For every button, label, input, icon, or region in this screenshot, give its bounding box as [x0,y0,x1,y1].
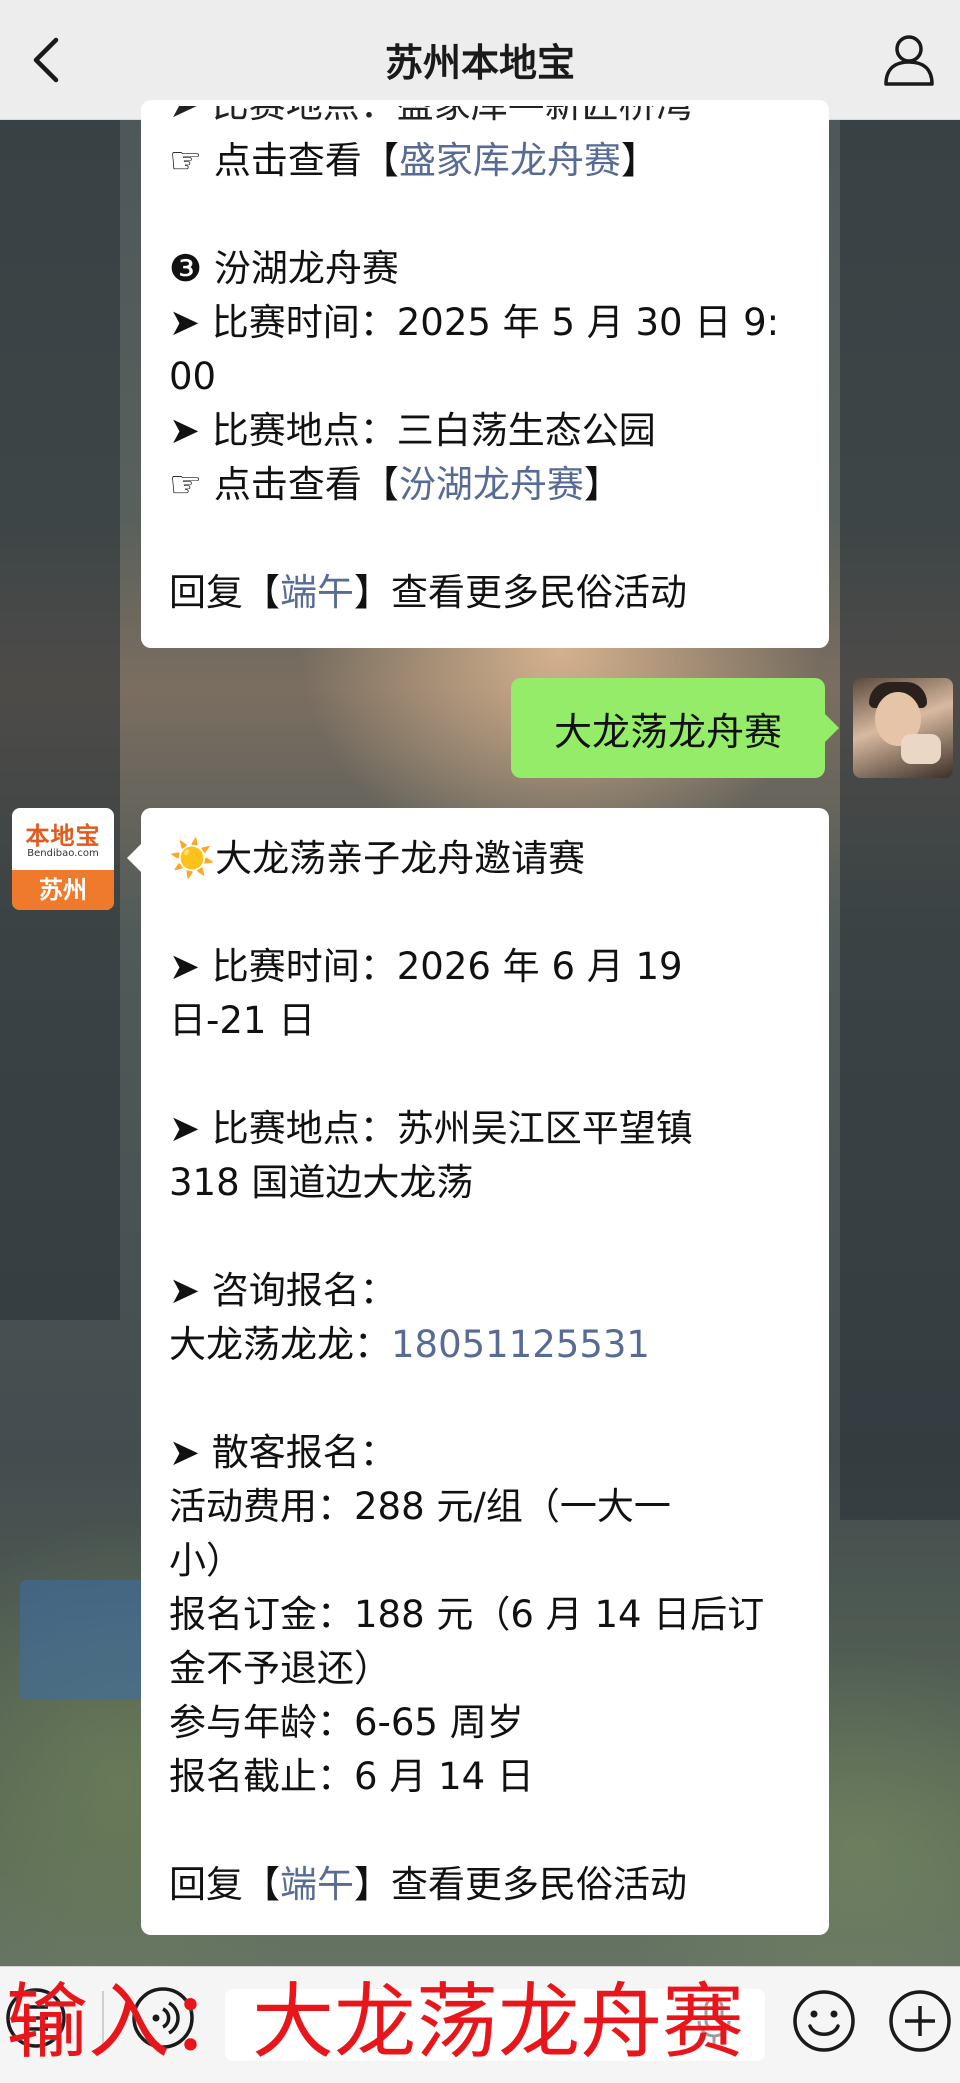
article-link[interactable]: 汾湖龙舟赛 [399,463,584,506]
article-link[interactable]: 盛家库龙舟赛 [399,139,621,182]
event-place-cont: 318 国道边大龙荡 [169,1161,474,1204]
age-line: 参与年龄：6-65 周岁 [169,1701,524,1744]
user-message-text: 大龙荡龙舟赛 [553,709,782,754]
bot-message-bubble[interactable]: ☀️大龙荡亲子龙舟邀请赛 ➤ 比赛时间：2026 年 6 月 19 日-21 日… [127,808,829,1935]
input-instruction-overlay: 输入：大龙荡龙舟赛 [6,1975,745,2070]
bot-avatar[interactable]: 本地宝 Bendibao.com 苏州 [12,808,114,910]
reply-hint: 回复【端午】查看更多民俗活动 [169,1863,687,1906]
plus-icon[interactable] [886,1987,954,2055]
walkin-label: ➤ 散客报名： [169,1431,397,1474]
message-line: ☞ 点击查看【盛家库龙舟赛】 [169,139,658,182]
event-time-cont: 日-21 日 [169,999,316,1042]
keyword-link[interactable]: 端午 [280,1863,354,1906]
phone-link[interactable]: 18051125531 [391,1323,650,1366]
deposit-line-cont: 金不予退还） [169,1647,391,1690]
message-line: ☞ 点击查看【汾湖龙舟赛】 [169,463,621,506]
fee-line: 活动费用：288 元/组（一大一 [169,1485,671,1528]
fee-line-cont: 小） [169,1539,243,1582]
bendibao-logo-text: 本地宝 [25,822,101,850]
event-time-cont: 00 [169,355,217,398]
chat-title: 苏州本地宝 [384,41,575,85]
user-avatar[interactable] [853,678,953,778]
contact-line: 大龙荡龙龙：18051125531 [169,1323,650,1366]
user-profile-icon[interactable] [880,30,938,88]
event-title: ☀️大龙荡亲子龙舟邀请赛 [169,837,586,880]
event-place: ➤ 比赛地点：苏州吴江区平望镇 [169,1107,693,1150]
bendibao-city: 苏州 [12,870,114,910]
back-arrow-icon[interactable] [22,32,72,88]
keyword-link[interactable]: 端午 [280,571,354,614]
reply-hint: 回复【端午】查看更多民俗活动 [169,571,687,614]
event-time: ➤ 比赛时间：2025 年 5 月 30 日 9: [169,301,780,344]
user-message-bubble[interactable]: 大龙荡龙舟赛 [511,678,839,778]
consult-label: ➤ 咨询报名： [169,1269,397,1312]
bot-message-bubble[interactable]: ➤ 比赛地点：盛家库—新匠桥湾 ☞ 点击查看【盛家库龙舟赛】 ❸ 汾湖龙舟赛 ➤… [141,100,829,648]
deadline-line: 报名截止：6 月 14 日 [169,1755,534,1798]
bendibao-logo-sub: Bendibao.com [27,848,99,859]
event-title: ❸ 汾湖龙舟赛 [169,247,399,290]
event-time: ➤ 比赛时间：2026 年 6 月 19 [169,945,683,988]
event-place: ➤ 比赛地点：三白荡生态公园 [169,409,656,452]
emoji-icon[interactable] [790,1987,858,2055]
deposit-line: 报名订金：188 元（6 月 14 日后订 [169,1593,765,1636]
cut-off-line: ➤ 比赛地点：盛家库—新匠桥湾 [169,106,801,134]
